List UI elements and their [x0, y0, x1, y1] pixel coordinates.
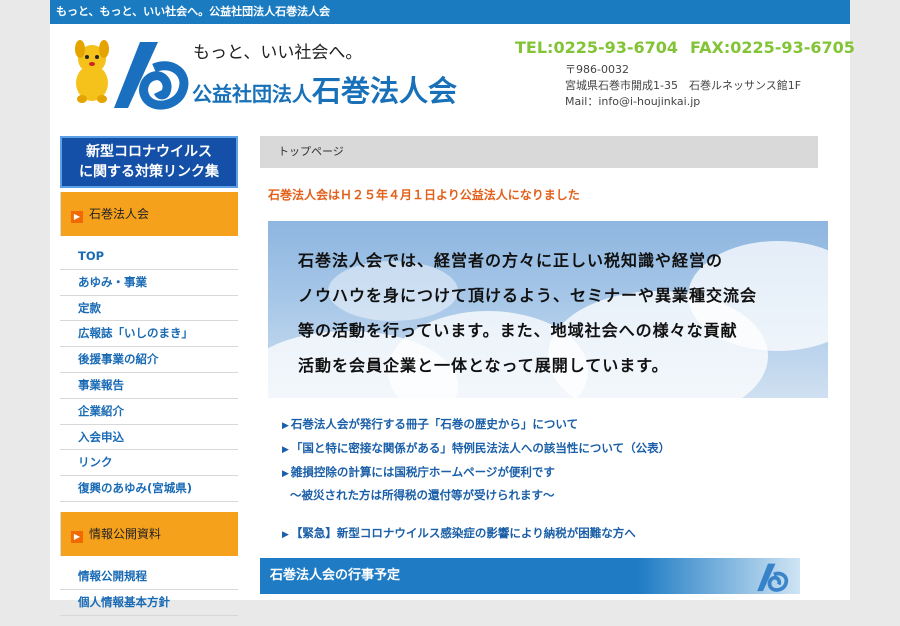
tel-number: TEL:0225-93-6704 [515, 38, 679, 57]
corona-banner-line2: に関する対策リンク集 [79, 164, 219, 180]
page: もっと、もっと、いい社会へ。公益社団法人石巻法人会 もっと、いい社会へ。 公益社… [50, 0, 855, 616]
breadcrumb: トップページ [260, 136, 818, 168]
postal-code: 〒986-0032 [565, 63, 629, 76]
tagline: もっと、いい社会へ。 [193, 43, 363, 63]
news-link[interactable]: ▶ 雑損控除の計算には国税庁ホームページが便利です [282, 460, 830, 484]
news-link-subtext[interactable]: ～被災された方は所得税の還付等が受けられます～ [282, 483, 830, 507]
sidebar-item-recovery[interactable]: 復興のあゆみ(宮城県) [60, 476, 238, 502]
corona-links-banner[interactable]: 新型コロナウイルス に関する対策リンク集 [60, 136, 238, 188]
intro-line: ノウハウを身につけて頂けるよう、セミナーや異業種交流会 [298, 286, 758, 305]
sidebar-item-articles[interactable]: 定款 [60, 296, 238, 322]
address: 宮城県石巻市開成1-35 石巻ルネッサンス館1F [565, 79, 802, 92]
intro-line: 石巻法人会では、経営者の方々に正しい税知識や経営の [298, 251, 724, 270]
sidebar-menu-main: TOP あゆみ・事業 定款 広報誌「いしのまき」 後援事業の紹介 事業報告 企業… [60, 244, 238, 502]
sidebar-item-reports[interactable]: 事業報告 [60, 373, 238, 399]
sidebar-item-sponsorship[interactable]: 後援事業の紹介 [60, 347, 238, 373]
emergency-link[interactable]: ▶ 【緊急】新型コロナウイルス感染症の影響により納税が困難な方へ [282, 521, 830, 545]
sidebar-item-join[interactable]: 入会申込 [60, 425, 238, 451]
org-prefix: 公益社団法人 [192, 82, 312, 106]
corona-banner-line1: 新型コロナウイルス [86, 144, 212, 160]
schedule-header: 石巻法人会の行事予定 [260, 558, 800, 594]
org-name: 石巻法人会 [312, 74, 458, 108]
site-header: もっと、いい社会へ。 公益社団法人石巻法人会 TEL:0225-93-6704 F… [50, 24, 855, 124]
notice-headline: 石巻法人会はＨ２５年４月１日より公益法人になりました [268, 188, 580, 202]
intro-text: 石巻法人会では、経営者の方々に正しい税知識や経営の ノウハウを身につけて頂けるよ… [298, 243, 818, 383]
sidebar-item-privacy-policy[interactable]: 個人情報基本方針 [60, 590, 238, 616]
houjinkai-logo [114, 42, 189, 110]
arrow-square-icon: ▶ [71, 530, 83, 543]
sidebar-item-magazine[interactable]: 広報誌「いしのまき」 [60, 321, 238, 348]
triangle-right-icon: ▶ [282, 530, 289, 541]
sidebar-item-history[interactable]: あゆみ・事業 [60, 270, 238, 296]
section-header-houjinkai: ▶ 石巻法人会 [60, 192, 238, 236]
contact-phone: TEL:0225-93-6704 FAX:0225-93-6705 [515, 38, 855, 57]
arrow-square-icon: ▶ [71, 211, 83, 223]
fax-number: FAX:0225-93-6705 [690, 38, 855, 57]
section-title: 情報公開資料 [89, 526, 162, 541]
news-link[interactable]: ▶ 「国と特に密接な関係がある」特例民法法人への該当性について（公表） [282, 436, 830, 460]
email[interactable]: Mail：info@i-houjinkai.jp [565, 93, 700, 109]
org-title: 公益社団法人石巻法人会 [192, 68, 457, 110]
top-banner: もっと、もっと、いい社会へ。公益社団法人石巻法人会 [50, 0, 850, 24]
news-link[interactable]: ▶ 石巻法人会が発行する冊子「石巻の歴史から」について [282, 412, 830, 436]
triangle-right-icon: ▶ [282, 444, 289, 455]
houjinkai-logo-small [757, 563, 789, 592]
section-title: 石巻法人会 [89, 207, 150, 221]
section-header-disclosure: ▶ 情報公開資料 [60, 511, 238, 556]
main-content: トップページ 石巻法人会はＨ２５年４月１日より公益法人になりました 石巻法人会で… [260, 136, 830, 594]
triangle-right-icon: ▶ [282, 468, 289, 479]
sidebar-item-links[interactable]: リンク [60, 450, 238, 477]
schedule-title: 石巻法人会の行事予定 [270, 568, 401, 583]
triangle-right-icon: ▶ [282, 421, 289, 431]
mascot-dog-logo [75, 40, 109, 103]
intro-line: 活動を会員企業と一体となって展開しています。 [298, 356, 669, 375]
news-links: ▶ 石巻法人会が発行する冊子「石巻の歴史から」について ▶ 「国と特に密接な関係があ… [260, 412, 830, 545]
sidebar-item-companies[interactable]: 企業紹介 [60, 399, 238, 425]
sidebar-menu-disclosure: 情報公開規程 個人情報基本方針 [60, 564, 238, 616]
intro-line: 等の活動を行っています。また、地域社会への様々な貢献 [298, 321, 738, 340]
sidebar-item-disclosure-rules[interactable]: 情報公開規程 [60, 564, 238, 590]
sidebar-item-top[interactable]: TOP [60, 244, 238, 270]
sidebar: 新型コロナウイルス に関する対策リンク集 ▶ 石巻法人会 TOP あゆみ・事業 定… [60, 136, 238, 626]
intro-cloud-panel: 石巻法人会では、経営者の方々に正しい税知識や経営の ノウハウを身につけて頂けるよ… [268, 221, 828, 398]
